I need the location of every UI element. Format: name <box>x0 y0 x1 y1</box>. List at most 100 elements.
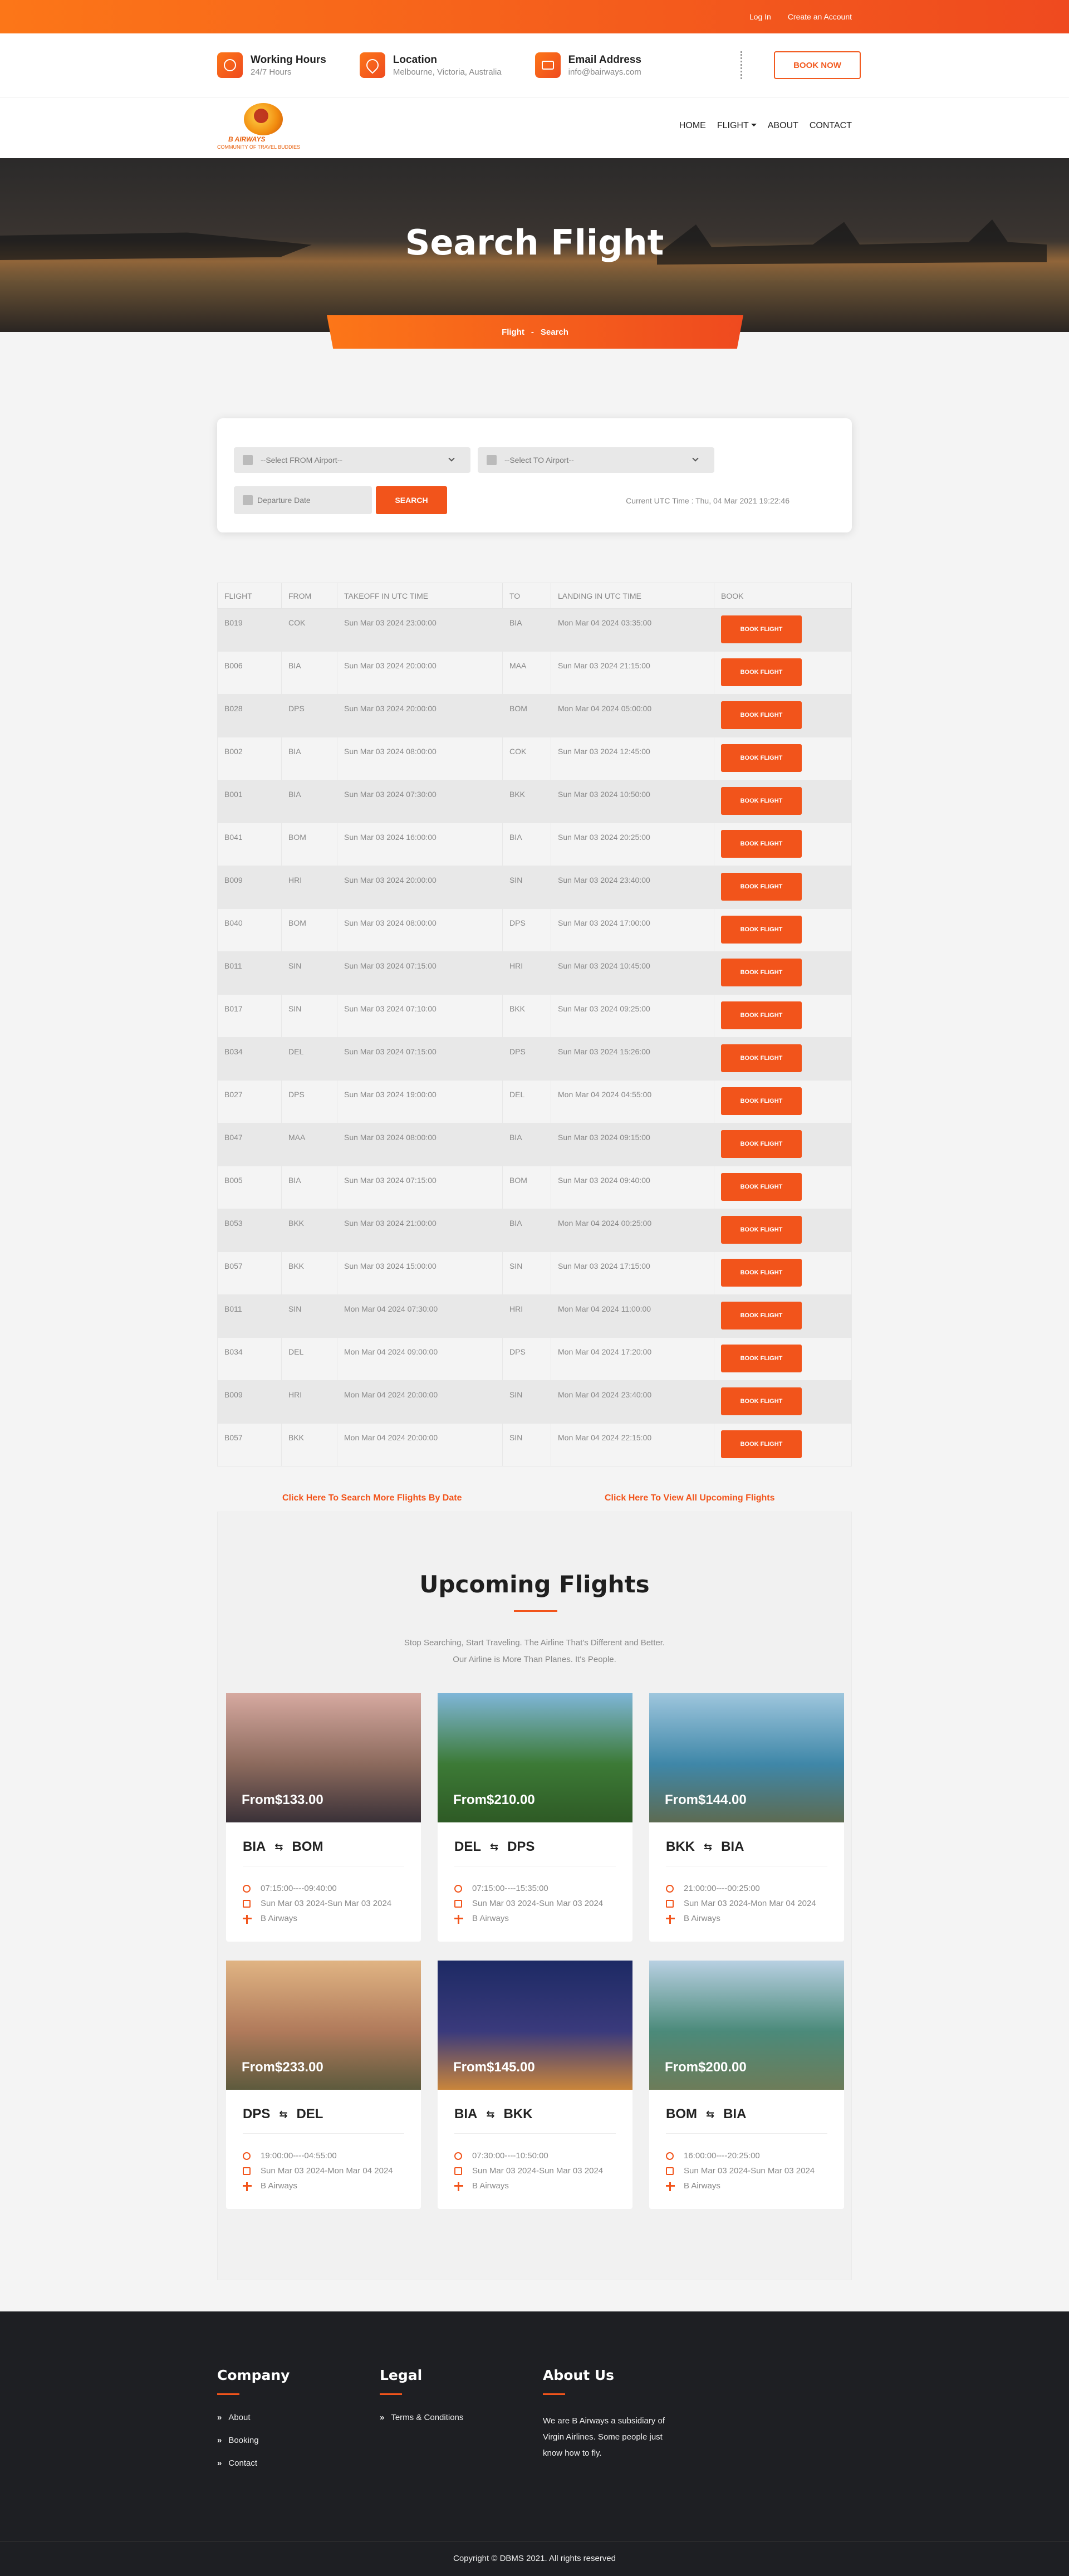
flight-card[interactable]: From$144.00 BKK ⇆ BIA 21:00:00----00:25:00 Su… <box>649 1693 844 1942</box>
nav-contact[interactable]: CONTACT <box>810 121 852 131</box>
column-header: TO <box>502 583 551 609</box>
flight-card[interactable]: From$210.00 DEL ⇆ DPS 07:15:00----15:35:00 Su… <box>438 1693 632 1942</box>
flight-card[interactable]: From$233.00 DPS ⇆ DEL 19:00:00----04:55:00 Su… <box>226 1961 421 2209</box>
book-flight-button[interactable]: BOOK FLIGHT <box>721 873 802 901</box>
table-cell: Sun Mar 03 2024 20:00:00 <box>337 866 503 909</box>
table-cell: Sun Mar 03 2024 23:00:00 <box>337 608 503 652</box>
nav-menu: HOME FLIGHT ABOUT CONTACT <box>679 121 852 131</box>
table-cell: B002 <box>217 737 282 780</box>
table-row: B011 SIN Sun Mar 03 2024 07:15:00 HRI Sun Ma… <box>217 951 852 995</box>
heading-underline <box>217 2393 239 2395</box>
main-navbar: B AIRWAYS COMMUNITY OF TRAVEL BUDDIES HO… <box>0 97 1069 158</box>
departure-date-input[interactable]: Departure Date <box>234 486 372 514</box>
flight-card[interactable]: From$145.00 BIA ⇆ BKK 07:30:00----10:50:00 Su… <box>438 1961 632 2209</box>
card-time: 07:15:00----09:40:00 <box>261 1884 337 1893</box>
table-cell: BOOK FLIGHT <box>714 1294 852 1338</box>
table-cell: BKK <box>502 780 551 823</box>
flight-card[interactable]: From$200.00 BOM ⇆ BIA 16:00:00----20:25:00 Su… <box>649 1961 844 2209</box>
table-cell: B001 <box>217 780 282 823</box>
login-link[interactable]: Log In <box>749 12 771 21</box>
footer-link-terms[interactable]: Terms & Conditions <box>380 2413 463 2422</box>
nav-home[interactable]: HOME <box>679 121 706 131</box>
clock-icon <box>666 1884 674 1893</box>
dotted-divider <box>741 51 742 79</box>
nav-about[interactable]: ABOUT <box>768 121 798 131</box>
card-date: Sun Mar 03 2024-Mon Mar 04 2024 <box>261 2166 393 2176</box>
table-cell: BIA <box>502 1123 551 1166</box>
brand-logo[interactable]: B AIRWAYS COMMUNITY OF TRAVEL BUDDIES <box>217 101 312 157</box>
book-flight-button[interactable]: BOOK FLIGHT <box>721 615 802 643</box>
table-cell: Sun Mar 03 2024 10:45:00 <box>551 951 714 995</box>
table-cell: Sun Mar 03 2024 16:00:00 <box>337 823 503 866</box>
to-airport-select[interactable]: --Select TO Airport-- <box>478 447 714 473</box>
table-cell: Mon Mar 04 2024 20:00:00 <box>337 1423 503 1467</box>
nav-flight-dropdown[interactable]: FLIGHT <box>717 121 757 131</box>
table-cell: Mon Mar 04 2024 09:00:00 <box>337 1337 503 1381</box>
book-flight-button[interactable]: BOOK FLIGHT <box>721 830 802 858</box>
create-account-link[interactable]: Create an Account <box>788 12 852 21</box>
book-flight-button[interactable]: BOOK FLIGHT <box>721 1259 802 1287</box>
footer-link-booking[interactable]: Booking <box>217 2436 290 2445</box>
search-by-date-link[interactable]: Click Here To Search More Flights By Dat… <box>282 1493 462 1503</box>
book-flight-button[interactable]: BOOK FLIGHT <box>721 658 802 686</box>
book-flight-button[interactable]: BOOK FLIGHT <box>721 1044 802 1072</box>
card-airline-row: B Airways <box>438 1911 632 1926</box>
table-row: B011 SIN Mon Mar 04 2024 07:30:00 HRI Mon Ma… <box>217 1294 852 1338</box>
footer-link-about[interactable]: About <box>217 2413 290 2422</box>
card-price: From$210.00 <box>453 1792 535 1807</box>
table-cell: SIN <box>281 951 337 995</box>
book-flight-button[interactable]: BOOK FLIGHT <box>721 959 802 986</box>
calendar-icon <box>243 1899 251 1908</box>
location-info: Location Melbourne, Victoria, Australia <box>359 52 502 78</box>
table-cell: B034 <box>217 1037 282 1081</box>
destination-image: From$133.00 <box>226 1693 421 1822</box>
card-date: Sun Mar 03 2024-Sun Mar 03 2024 <box>684 2166 815 2176</box>
route-from: DEL <box>454 1839 481 1854</box>
calendar-icon <box>454 2167 462 2175</box>
route-from: BKK <box>666 1839 695 1854</box>
table-cell: B040 <box>217 908 282 952</box>
book-flight-button[interactable]: BOOK FLIGHT <box>721 1216 802 1244</box>
table-cell: Sun Mar 03 2024 08:00:00 <box>337 1123 503 1166</box>
book-flight-button[interactable]: BOOK FLIGHT <box>721 1001 802 1029</box>
book-flight-button[interactable]: BOOK FLIGHT <box>721 744 802 772</box>
breadcrumb-flight[interactable]: Flight <box>502 328 524 337</box>
book-flight-button[interactable]: BOOK FLIGHT <box>721 1430 802 1458</box>
book-flight-button[interactable]: BOOK FLIGHT <box>721 1173 802 1201</box>
table-cell: Sun Mar 03 2024 09:25:00 <box>551 994 714 1038</box>
book-flight-button[interactable]: BOOK FLIGHT <box>721 1087 802 1115</box>
table-cell: B006 <box>217 651 282 695</box>
book-flight-button[interactable]: BOOK FLIGHT <box>721 701 802 729</box>
table-cell: Sun Mar 03 2024 21:00:00 <box>337 1209 503 1252</box>
view-all-flights-link[interactable]: Click Here To View All Upcoming Flights <box>605 1493 775 1503</box>
info-title: Email Address <box>568 53 641 66</box>
from-airport-select[interactable]: --Select FROM Airport-- <box>234 447 470 473</box>
plane-icon <box>243 455 253 465</box>
book-flight-button[interactable]: BOOK FLIGHT <box>721 1345 802 1372</box>
route-to: DEL <box>296 2106 323 2122</box>
search-button[interactable]: SEARCH <box>376 486 447 514</box>
book-flight-button[interactable]: BOOK FLIGHT <box>721 787 802 815</box>
card-time: 16:00:00----20:25:00 <box>684 2151 760 2160</box>
book-flight-button[interactable]: BOOK FLIGHT <box>721 1387 802 1415</box>
footer-link-contact[interactable]: Contact <box>217 2458 290 2468</box>
info-title: Location <box>393 53 437 66</box>
chevron-down-icon <box>692 455 699 462</box>
card-airline-row: B Airways <box>226 1911 421 1926</box>
book-flight-button[interactable]: BOOK FLIGHT <box>721 1130 802 1158</box>
destination-image: From$200.00 <box>649 1961 844 2090</box>
book-flight-button[interactable]: BOOK FLIGHT <box>721 916 802 944</box>
card-time: 21:00:00----00:25:00 <box>684 1884 760 1893</box>
book-flight-button[interactable]: BOOK FLIGHT <box>721 1302 802 1329</box>
table-cell: Mon Mar 04 2024 05:00:00 <box>551 694 714 737</box>
table-cell: BOOK FLIGHT <box>714 651 852 695</box>
book-now-button[interactable]: BOOK NOW <box>774 51 861 79</box>
info-value: info@bairways.com <box>568 67 641 77</box>
route-from: BIA <box>454 2106 478 2122</box>
table-cell: BKK <box>281 1252 337 1295</box>
info-title: Working Hours <box>251 53 326 66</box>
flight-card[interactable]: From$133.00 BIA ⇆ BOM 07:15:00----09:40:00 Su… <box>226 1693 421 1942</box>
table-row: B017 SIN Sun Mar 03 2024 07:10:00 BKK Sun Ma… <box>217 994 852 1038</box>
card-date: Sun Mar 03 2024-Sun Mar 03 2024 <box>472 2166 604 2176</box>
table-cell: BOM <box>281 908 337 952</box>
